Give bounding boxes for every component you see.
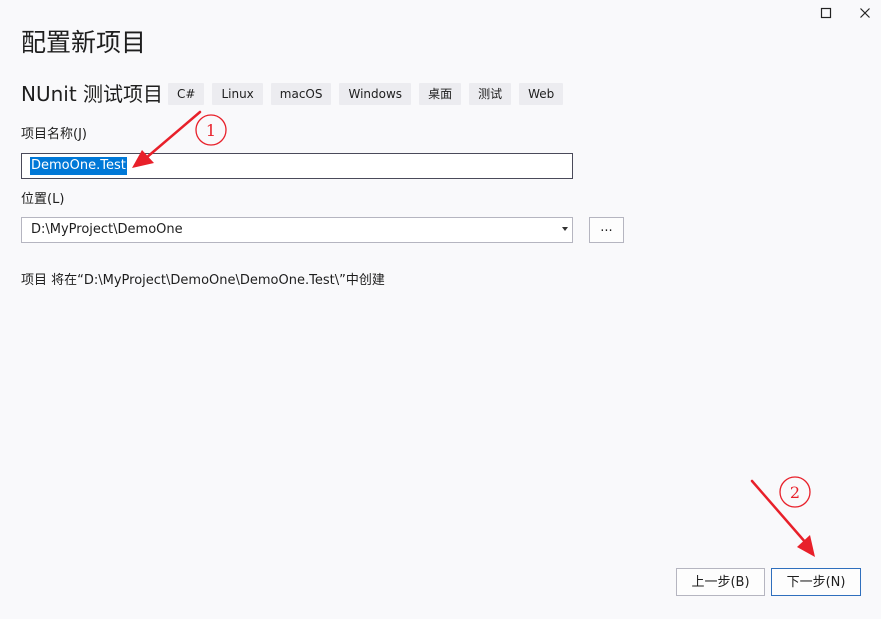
project-name-input[interactable]: DemoOne.Test	[21, 153, 573, 179]
annotation-marker-1-text: 1	[206, 121, 216, 140]
location-combobox[interactable]: D:\MyProject\DemoOne	[21, 217, 573, 243]
browse-button[interactable]: ...	[589, 217, 624, 243]
location-value: D:\MyProject\DemoOne	[31, 222, 183, 237]
chevron-down-icon[interactable]	[562, 227, 568, 231]
tag-test: 测试	[469, 83, 512, 105]
close-icon	[859, 7, 871, 19]
tag-desktop: 桌面	[419, 83, 462, 105]
template-name: NUnit 测试项目	[21, 82, 164, 106]
annotation-marker-1: 1	[195, 114, 227, 146]
maximize-icon	[820, 7, 832, 19]
page-title: 配置新项目	[21, 28, 147, 57]
tag-csharp: C#	[168, 83, 205, 105]
project-name-value: DemoOne.Test	[30, 157, 127, 175]
tag-linux: Linux	[212, 83, 263, 105]
close-button[interactable]	[850, 0, 880, 26]
annotation-marker-2-text: 2	[790, 483, 800, 502]
tag-macos: macOS	[270, 83, 332, 105]
next-button[interactable]: 下一步(N)	[771, 568, 861, 596]
create-path-info: 项目 将在“D:\MyProject\DemoOne\DemoOne.Test\…	[21, 273, 385, 288]
location-label: 位置(L)	[21, 192, 65, 207]
tag-list: C# Linux macOS Windows 桌面 测试 Web	[168, 83, 564, 105]
maximize-button[interactable]	[811, 0, 841, 26]
tag-web: Web	[519, 83, 564, 105]
annotation-arrow-2	[750, 479, 815, 557]
tag-windows: Windows	[339, 83, 412, 105]
previous-button[interactable]: 上一步(B)	[676, 568, 765, 596]
annotation-marker-2: 2	[779, 476, 811, 508]
project-name-label: 项目名称(J)	[21, 127, 87, 142]
